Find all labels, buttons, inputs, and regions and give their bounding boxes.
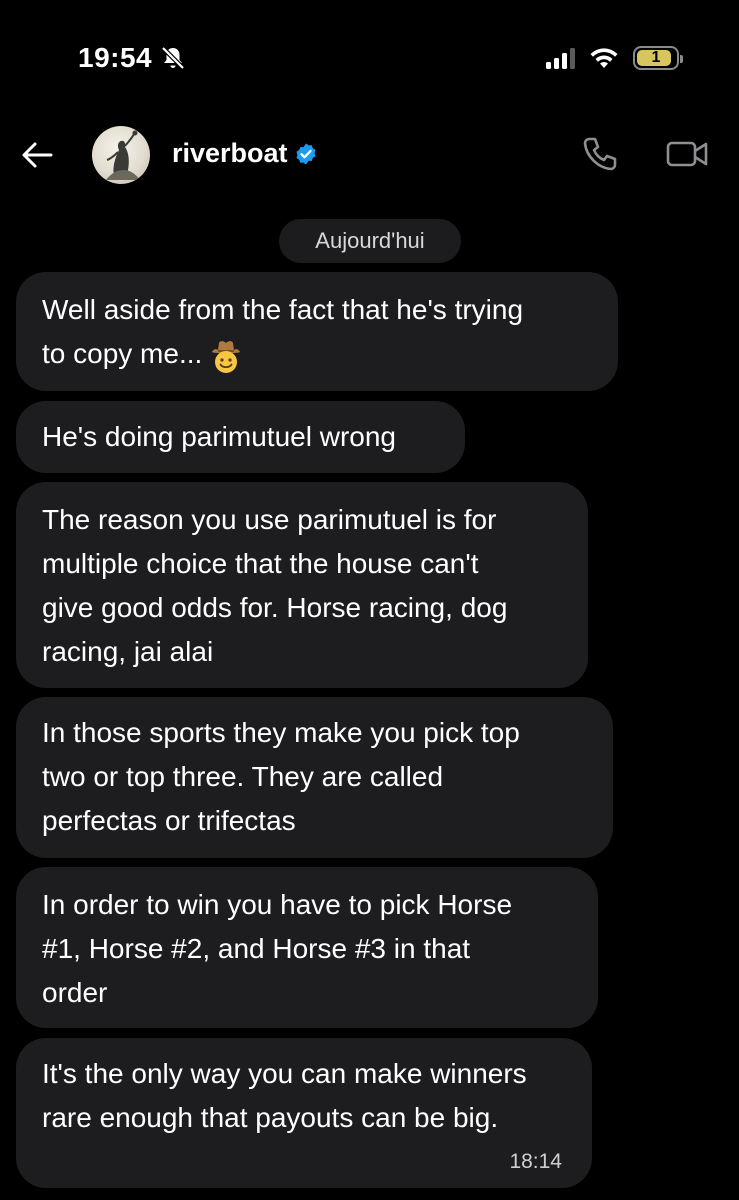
- bell-muted-icon: [161, 46, 185, 70]
- message-text: He's doing parimutuel wrong: [42, 421, 396, 452]
- status-indicators: 1: [546, 46, 683, 70]
- battery-cap: [680, 55, 683, 63]
- message-text: In those sports they make you pick top t…: [42, 717, 520, 836]
- message-bubble[interactable]: It's the only way you can make winners r…: [16, 1038, 592, 1188]
- back-arrow-icon: [22, 142, 53, 168]
- battery-icon: 1: [633, 46, 683, 70]
- status-bar: 19:54 1: [0, 0, 739, 110]
- message-bubble[interactable]: In order to win you have to pick Horse #…: [16, 867, 598, 1028]
- date-separator: Aujourd'hui: [279, 219, 461, 263]
- message-text: The reason you use parimutuel is for mul…: [42, 504, 508, 667]
- message-text: Well aside from the fact that he's tryin…: [42, 294, 524, 369]
- back-button[interactable]: [18, 136, 56, 174]
- message-bubble[interactable]: Well aside from the fact that he's tryin…: [16, 272, 618, 391]
- message-text: In order to win you have to pick Horse #…: [42, 889, 513, 1008]
- username-group[interactable]: riverboat: [172, 138, 318, 169]
- message-bubble[interactable]: He's doing parimutuel wrong: [16, 401, 465, 473]
- video-camera-icon: [666, 141, 708, 167]
- phone-icon: [583, 137, 617, 171]
- message-bubble[interactable]: The reason you use parimutuel is for mul…: [16, 482, 588, 688]
- battery-level: 1: [651, 49, 661, 66]
- video-call-button[interactable]: [664, 134, 710, 174]
- username: riverboat: [172, 138, 288, 168]
- wifi-icon: [590, 48, 618, 68]
- cowboy-face-icon: [212, 340, 241, 373]
- status-time-group: 19:54: [78, 42, 186, 74]
- message-timestamp: 18:14: [509, 1150, 562, 1173]
- avatar-illustration: [106, 130, 140, 180]
- voice-call-button[interactable]: [580, 134, 620, 174]
- message-bubble[interactable]: In those sports they make you pick top t…: [16, 697, 613, 858]
- message-text: It's the only way you can make winners r…: [42, 1058, 527, 1133]
- status-time: 19:54: [78, 42, 153, 73]
- cellular-signal-icon: [546, 47, 575, 69]
- avatar[interactable]: [92, 126, 150, 184]
- verified-badge-icon: [296, 143, 316, 164]
- conversation-header: riverboat: [0, 120, 739, 190]
